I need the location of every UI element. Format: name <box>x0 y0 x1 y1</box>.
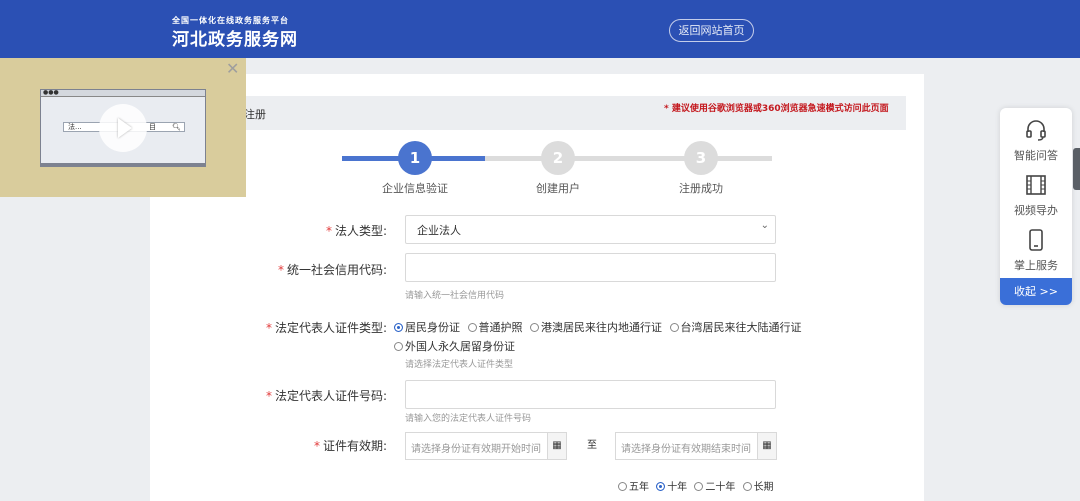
validity-start-input[interactable]: 请选择身份证有效期开始时间 ▦ <box>405 432 567 460</box>
credit-code-input[interactable] <box>405 253 776 282</box>
cert-type-option[interactable]: 居民身份证 <box>394 321 460 334</box>
radio-icon <box>467 323 477 332</box>
side-item-video-guide[interactable]: 视频导办 <box>1000 167 1072 223</box>
side-item-label: 智能问答 <box>1014 149 1058 162</box>
calendar-icon[interactable]: ▦ <box>547 433 566 459</box>
credit-code-help: 请输入统一社会信用代码 <box>405 291 505 301</box>
step-3-label: 注册成功 <box>679 182 723 195</box>
back-home-button[interactable]: 返回网站首页 <box>669 19 754 42</box>
credit-code-label: * 统一社会信用代码: <box>277 263 387 277</box>
browser-hint: * 建议使用谷歌浏览器或360浏览器急速模式访问此页面 <box>664 104 889 114</box>
legal-type-label: * 法人类型: <box>325 224 387 238</box>
side-item-mobile-service[interactable]: 掌上服务 <box>1000 222 1072 278</box>
step-1-label: 企业信息验证 <box>382 182 448 195</box>
play-button-icon[interactable] <box>99 104 147 152</box>
cert-type-label: * 法定代表人证件类型: <box>265 321 387 335</box>
radio-icon <box>669 323 679 332</box>
cert-type-option[interactable]: 普通护照 <box>467 321 523 334</box>
thumbnail-bottom-bar <box>41 163 205 166</box>
period-option[interactable]: 十年 <box>656 482 687 493</box>
cert-number-help: 请输入您的法定代表人证件号码 <box>405 414 532 424</box>
cert-type-radio-group-row2: 外国人永久居留身份证 <box>394 338 519 354</box>
side-item-smart-qa[interactable]: 智能问答 <box>1000 112 1072 168</box>
cert-number-input[interactable] <box>405 380 776 409</box>
radio-icon <box>742 482 752 491</box>
collapse-panel-button[interactable]: 收起 >> <box>1000 278 1072 305</box>
period-option[interactable]: 二十年 <box>694 482 735 493</box>
registration-title: 注册 <box>244 108 266 121</box>
validity-end-placeholder: 请选择身份证有效期结束时间 <box>621 444 751 455</box>
radio-icon <box>694 482 704 491</box>
cert-type-help: 请选择法定代表人证件类型 <box>405 360 514 370</box>
period-option[interactable]: 五年 <box>618 482 649 493</box>
step-1-circle: 1 <box>398 141 432 175</box>
legal-type-value: 企业法人 <box>417 224 461 237</box>
step-progress: 1 2 3 企业信息验证 创建用户 注册成功 <box>340 140 780 200</box>
site-header <box>0 0 1080 58</box>
thumbnail-window-bar: ●●● <box>41 90 205 97</box>
date-range-separator: 至 <box>587 440 597 451</box>
headset-icon <box>1026 120 1046 141</box>
calendar-icon[interactable]: ▦ <box>757 433 776 459</box>
validity-label: * 证件有效期: <box>313 439 387 453</box>
step-3-circle: 3 <box>684 141 718 175</box>
radio-icon <box>530 323 539 332</box>
cert-type-radio-group: 居民身份证 普通护照 港澳居民来往内地通行证 台湾居民来往大陆通行证 <box>394 319 806 335</box>
radio-icon <box>394 342 403 351</box>
cert-type-option[interactable]: 港澳居民来往内地通行证 <box>530 321 662 334</box>
cert-number-label: * 法定代表人证件号码: <box>265 389 387 403</box>
legal-type-select[interactable]: 企业法人 ⌄ <box>405 215 776 244</box>
period-option[interactable]: 长期 <box>742 482 774 493</box>
scrollbar-handle[interactable] <box>1073 148 1080 190</box>
radio-icon <box>618 482 627 491</box>
cert-type-option[interactable]: 台湾居民来往大陆通行证 <box>669 321 802 334</box>
radio-selected-icon <box>656 482 666 491</box>
mobile-icon <box>1029 229 1043 251</box>
cert-type-option[interactable]: 外国人永久居留身份证 <box>394 340 515 353</box>
side-item-label: 掌上服务 <box>1014 259 1058 272</box>
radio-selected-icon <box>394 323 403 332</box>
chevron-down-icon: ⌄ <box>760 220 769 231</box>
step-2-circle: 2 <box>541 141 575 175</box>
validity-period-radio-group: 五年 十年 二十年 长期 <box>618 478 778 493</box>
side-item-label: 视频导办 <box>1014 204 1058 217</box>
floating-service-panel: 智能问答 视频导办 掌上服务 <box>1000 108 1072 305</box>
step-2-label: 创建用户 <box>536 182 580 195</box>
site-logo-title[interactable]: 河北政务服务网 <box>172 25 298 50</box>
validity-end-input[interactable]: 请选择身份证有效期结束时间 ▦ <box>615 432 777 460</box>
close-icon[interactable]: ✕ <box>226 59 239 78</box>
film-icon <box>1026 175 1046 195</box>
validity-start-placeholder: 请选择身份证有效期开始时间 <box>411 444 541 455</box>
